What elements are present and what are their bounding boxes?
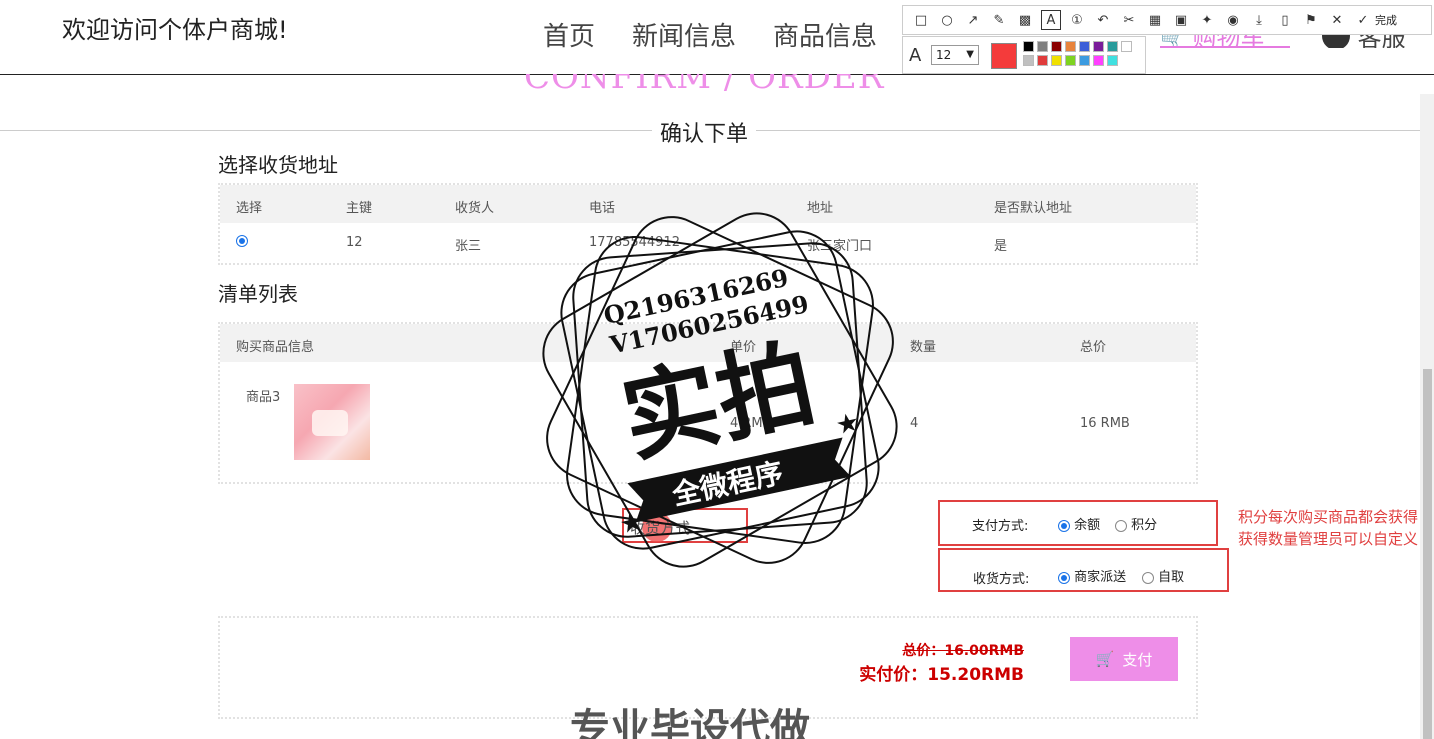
color-swatch[interactable] [1023, 41, 1034, 52]
scroll-thumb[interactable] [1423, 369, 1432, 739]
record-icon[interactable]: ◉ [1223, 10, 1243, 30]
shipping-method-box: 收货方式: 商家派送 自取 [938, 548, 1229, 592]
product-qty: 4 [910, 416, 919, 431]
undo-icon[interactable]: ↶ [1093, 10, 1113, 30]
actual-total: 实付价：15.20RMB [859, 665, 1024, 685]
bottom-watermark-text: 专业毕设代做 [570, 706, 810, 739]
color-swatch[interactable] [1037, 55, 1048, 66]
address-id: 12 [346, 235, 363, 250]
pen-tool-icon[interactable]: ✎ [989, 10, 1009, 30]
pay-button-label: 支付 [1122, 650, 1153, 669]
nav-products[interactable]: 商品信息 [773, 16, 877, 53]
payment-option-points[interactable]: 积分 [1115, 514, 1157, 533]
address-radio[interactable] [236, 233, 248, 248]
scrollbar[interactable] [1420, 94, 1434, 739]
payment-label: 支付方式: [972, 519, 1029, 534]
cutout-icon[interactable]: ✂ [1119, 10, 1139, 30]
color-swatch[interactable] [1107, 41, 1118, 52]
nav-home[interactable]: 首页 [543, 16, 595, 53]
payment-option-balance[interactable]: 余额 [1058, 514, 1100, 533]
product-image[interactable] [294, 384, 370, 460]
text-tool-icon[interactable]: A [1041, 10, 1061, 30]
address-receiver: 张三 [455, 239, 482, 254]
chevron-down-icon: ▼ [966, 49, 974, 60]
check-icon[interactable]: ✓ [1353, 10, 1373, 30]
pin-icon[interactable]: ✦ [1197, 10, 1217, 30]
ocr-icon[interactable]: ▣ [1171, 10, 1191, 30]
color-swatch[interactable] [1023, 55, 1034, 66]
color-swatch[interactable] [1107, 55, 1118, 66]
color-palette [1023, 41, 1132, 66]
color-swatch[interactable] [1065, 55, 1076, 66]
ellipse-tool-icon[interactable]: ○ [937, 10, 957, 30]
product-name: 商品3 [246, 390, 281, 405]
color-swatch[interactable] [1093, 55, 1104, 66]
payment-method-box: 支付方式: 余额 积分 [938, 500, 1218, 546]
arrow-tool-icon[interactable]: ↗ [963, 10, 983, 30]
product-total: 16 RMB [1080, 416, 1130, 431]
section-title-en: CONFIRM / ORDER [524, 74, 885, 97]
rectangle-tool-icon[interactable]: □ [911, 10, 931, 30]
shipping-label: 收货方式: [973, 572, 1030, 587]
color-swatch[interactable] [1093, 41, 1104, 52]
number-tool-icon[interactable]: ① [1067, 10, 1087, 30]
col-qty: 数量 [910, 340, 937, 355]
phone-icon[interactable]: ▯ [1275, 10, 1295, 30]
shipping-option-pickup[interactable]: 自取 [1142, 566, 1184, 585]
color-swatch[interactable] [1079, 41, 1090, 52]
text-style-panel: A 12 ▼ [902, 36, 1146, 74]
current-color[interactable] [991, 43, 1017, 69]
section-title: 确认下单 [652, 116, 757, 148]
col-default: 是否默认地址 [994, 201, 1073, 216]
col-product: 购买商品信息 [236, 340, 315, 355]
translate-icon[interactable]: ▦ [1145, 10, 1165, 30]
address-default: 是 [994, 239, 1008, 254]
items-heading: 清单列表 [218, 282, 298, 306]
address-heading: 选择收货地址 [218, 153, 338, 177]
color-swatch[interactable] [1051, 41, 1062, 52]
download-icon[interactable]: ⤓ [1249, 10, 1269, 30]
site-title: 欢迎访问个体户商城! [62, 16, 288, 44]
bookmark-icon[interactable]: ⚑ [1301, 10, 1321, 30]
close-icon[interactable]: ✕ [1327, 10, 1347, 30]
color-swatch[interactable] [1037, 41, 1048, 52]
col-total: 总价 [1080, 340, 1107, 355]
shipping-option-delivery[interactable]: 商家派送 [1058, 566, 1126, 585]
font-icon: A [909, 45, 922, 66]
col-receiver: 收货人 [455, 201, 495, 216]
col-id: 主键 [346, 201, 373, 216]
mosaic-tool-icon[interactable]: ▩ [1015, 10, 1035, 30]
original-total: 总价：16.00RMB [902, 643, 1024, 659]
pay-button[interactable]: 🛒 支付 [1070, 637, 1178, 681]
watermark-stamp: Q2196316269 V17060256499 实拍 全微程序 ★ ★ [542, 212, 898, 568]
font-size-value: 12 [936, 48, 952, 62]
color-swatch[interactable] [1079, 55, 1090, 66]
color-swatch[interactable] [1121, 41, 1132, 52]
col-select: 选择 [236, 201, 263, 216]
screenshot-toolbar: □ ○ ↗ ✎ ▩ A ① ↶ ✂ ▦ ▣ ✦ ◉ ⤓ ▯ ⚑ ✕ ✓ 完成 [902, 5, 1432, 35]
cart-icon: 🛒 [1095, 650, 1115, 668]
font-size-select[interactable]: 12 ▼ [931, 45, 979, 65]
done-button[interactable]: 完成 [1375, 12, 1397, 28]
color-swatch[interactable] [1065, 41, 1076, 52]
points-note: 积分每次购买商品都会获得，获得数量管理员可以自定义 [1238, 508, 1434, 548]
color-swatch[interactable] [1051, 55, 1062, 66]
nav-news[interactable]: 新闻信息 [632, 16, 736, 53]
